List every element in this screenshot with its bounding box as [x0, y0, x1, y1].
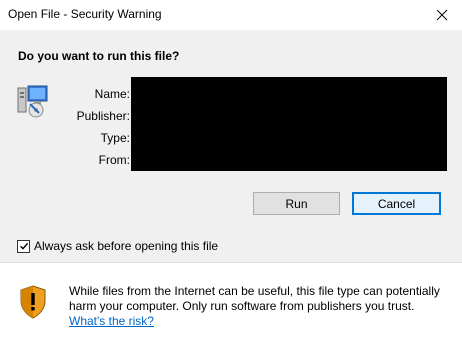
close-icon [436, 9, 448, 21]
warning-text: While files from the Internet can be use… [69, 284, 440, 313]
from-label: From: [98, 153, 130, 167]
title-bar: Open File - Security Warning [0, 0, 462, 30]
warning-message: While files from the Internet can be use… [69, 284, 454, 329]
question-heading: Do you want to run this file? [18, 49, 180, 63]
whats-the-risk-link[interactable]: What's the risk? [69, 314, 154, 328]
type-label: Type: [100, 131, 130, 145]
footer: While files from the Internet can be use… [0, 263, 462, 341]
publisher-label: Publisher: [76, 109, 130, 123]
name-label: Name: [94, 87, 130, 101]
redacted-file-details [131, 77, 447, 171]
dialog-content: Do you want to run this file? Name: Publ… [0, 30, 462, 262]
window-title: Open File - Security Warning [8, 7, 162, 21]
cancel-button[interactable]: Cancel [352, 192, 441, 215]
checkmark-icon [19, 242, 28, 250]
close-button[interactable] [422, 0, 462, 30]
always-ask-checkbox-row[interactable]: Always ask before opening this file [17, 239, 218, 253]
always-ask-checkbox[interactable] [17, 239, 30, 253]
always-ask-label: Always ask before opening this file [34, 239, 219, 253]
run-button[interactable]: Run [253, 192, 340, 215]
shield-warning-icon [20, 285, 46, 319]
